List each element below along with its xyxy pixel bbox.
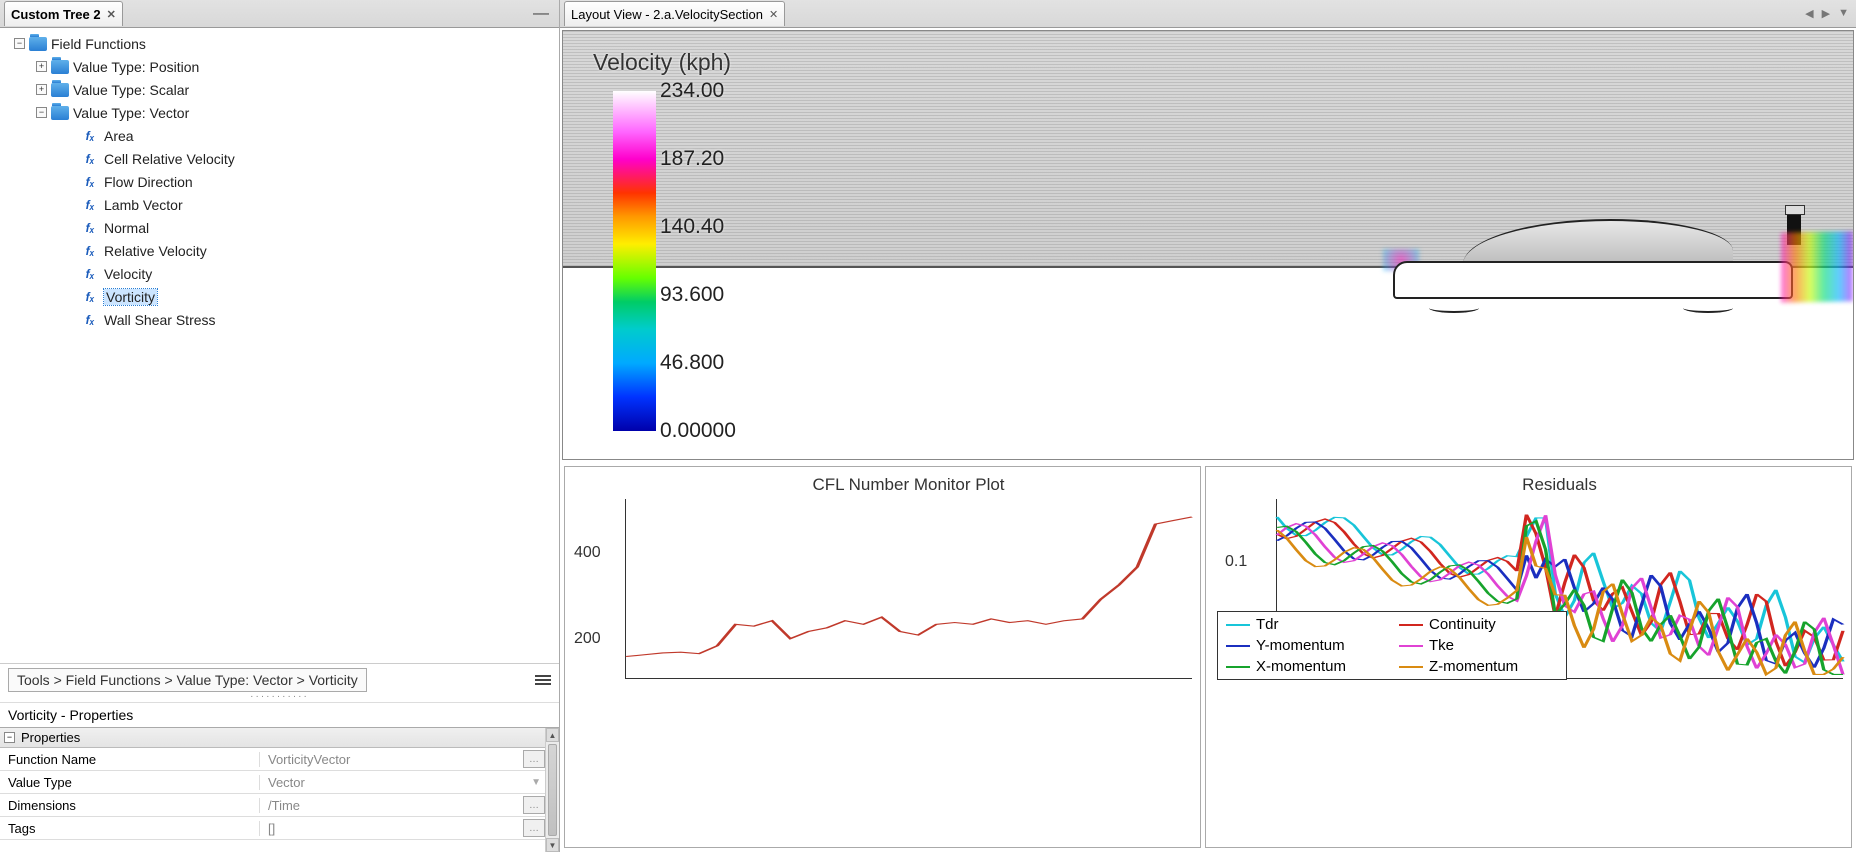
tree-node-position[interactable]: Value Type: Position bbox=[73, 59, 199, 75]
prop-val-dimensions[interactable]: /Time… bbox=[260, 796, 559, 814]
expand-icon[interactable]: + bbox=[36, 61, 47, 72]
function-icon bbox=[80, 198, 100, 212]
expand-icon[interactable]: + bbox=[36, 84, 47, 95]
function-icon bbox=[80, 221, 100, 235]
function-icon bbox=[80, 313, 100, 327]
ellipsis-button[interactable]: … bbox=[523, 796, 545, 814]
collapse-icon[interactable]: − bbox=[36, 107, 47, 118]
tree-leaf-wall-shear-stress[interactable]: Wall Shear Stress bbox=[104, 312, 216, 328]
tab-nav: ◀ ▶ ▼ bbox=[1802, 7, 1852, 20]
tab-label: Layout View - 2.a.VelocitySection bbox=[571, 7, 763, 22]
folder-icon bbox=[51, 60, 69, 74]
tab-custom-tree[interactable]: Custom Tree 2 ✕ bbox=[4, 1, 123, 26]
legend-label: X-momentum bbox=[1256, 658, 1346, 675]
function-icon bbox=[80, 175, 100, 189]
close-icon[interactable]: ✕ bbox=[769, 8, 778, 21]
wake-region bbox=[1781, 232, 1853, 303]
prop-val-tags[interactable]: []… bbox=[260, 819, 559, 837]
plot-title: Residuals bbox=[1276, 475, 1843, 495]
y-tick: 400 bbox=[574, 544, 601, 562]
colorbar-tick: 93.600 bbox=[660, 283, 724, 307]
tree-root[interactable]: Field Functions bbox=[51, 36, 146, 52]
tab-label: Custom Tree 2 bbox=[11, 7, 101, 22]
tree-view[interactable]: − Field Functions + Value Type: Position… bbox=[0, 28, 559, 663]
collapse-icon[interactable]: − bbox=[14, 38, 25, 49]
color-bar: 234.00 187.20 140.40 93.600 46.800 0.000… bbox=[613, 91, 750, 431]
legend-label: Z-momentum bbox=[1429, 658, 1518, 675]
tab-menu-icon[interactable]: ▼ bbox=[1835, 7, 1852, 20]
legend-label: Tdr bbox=[1256, 616, 1279, 633]
legend-label: Y-momentum bbox=[1256, 637, 1345, 654]
layout-tab-bar: Layout View - 2.a.VelocitySection ✕ ◀ ▶ … bbox=[560, 0, 1856, 28]
tree-leaf-velocity[interactable]: Velocity bbox=[104, 266, 152, 282]
ellipsis-button[interactable]: … bbox=[523, 750, 545, 768]
close-icon[interactable]: ✕ bbox=[107, 8, 116, 21]
function-icon bbox=[80, 290, 100, 304]
prev-tab-icon[interactable]: ◀ bbox=[1802, 7, 1816, 20]
ellipsis-button[interactable]: … bbox=[523, 819, 545, 837]
function-icon bbox=[80, 244, 100, 258]
prop-name-tags: Tags bbox=[0, 821, 260, 836]
tree-leaf-normal[interactable]: Normal bbox=[104, 220, 149, 236]
y-tick: 200 bbox=[574, 630, 601, 648]
left-tab-bar: Custom Tree 2 ✕ — bbox=[0, 0, 559, 28]
legend-label: Continuity bbox=[1429, 616, 1496, 633]
velocity-scene[interactable]: Velocity (kph) 234.00 187.20 140.40 93.6… bbox=[562, 30, 1854, 460]
properties-title: Vorticity - Properties bbox=[0, 702, 559, 727]
properties-panel: − Properties Function Name VorticityVect… bbox=[0, 727, 559, 852]
scroll-down-icon[interactable]: ▼ bbox=[546, 838, 559, 852]
legend-label: Tke bbox=[1429, 637, 1454, 654]
tree-leaf-relative-velocity[interactable]: Relative Velocity bbox=[104, 243, 207, 259]
cfl-monitor-plot[interactable]: CFL Number Monitor Plot 200 400 bbox=[564, 466, 1201, 848]
tab-layout-view[interactable]: Layout View - 2.a.VelocitySection ✕ bbox=[564, 1, 785, 26]
properties-header[interactable]: − Properties bbox=[0, 728, 559, 748]
scroll-up-icon[interactable]: ▲ bbox=[546, 728, 559, 742]
prop-name-dimensions: Dimensions bbox=[0, 798, 260, 813]
colorbar-tick: 187.20 bbox=[660, 147, 724, 171]
chevron-down-icon[interactable]: ▼ bbox=[531, 777, 541, 788]
collapse-icon[interactable]: − bbox=[4, 732, 15, 743]
colorbar-tick: 234.00 bbox=[660, 79, 724, 103]
folder-icon bbox=[51, 106, 69, 120]
tree-leaf-flow-direction[interactable]: Flow Direction bbox=[104, 174, 193, 190]
colorbar-tick: 46.800 bbox=[660, 351, 724, 375]
scene-title: Velocity (kph) bbox=[593, 49, 731, 76]
y-tick: 0.1 bbox=[1225, 553, 1247, 571]
prop-name-function-name: Function Name bbox=[0, 752, 260, 767]
tree-leaf-cell-relative-velocity[interactable]: Cell Relative Velocity bbox=[104, 151, 235, 167]
prop-name-value-type: Value Type bbox=[0, 775, 260, 790]
scrollbar[interactable]: ▲ ▼ bbox=[545, 728, 559, 852]
colorbar-tick: 0.00000 bbox=[660, 419, 736, 443]
tree-node-scalar[interactable]: Value Type: Scalar bbox=[73, 82, 189, 98]
plot-title: CFL Number Monitor Plot bbox=[625, 475, 1192, 495]
residuals-plot[interactable]: Residuals 0.1 Tdr Continuity Y-momentum … bbox=[1205, 466, 1852, 848]
tree-leaf-area[interactable]: Area bbox=[104, 128, 134, 144]
minimize-button[interactable]: — bbox=[527, 5, 555, 23]
function-icon bbox=[80, 129, 100, 143]
tree-node-vector[interactable]: Value Type: Vector bbox=[73, 105, 189, 121]
scroll-thumb[interactable] bbox=[548, 744, 557, 836]
prop-val-function-name[interactable]: VorticityVector… bbox=[260, 750, 559, 768]
prop-val-value-type[interactable]: Vector▼ bbox=[260, 775, 559, 790]
colorbar-tick: 140.40 bbox=[660, 215, 724, 239]
folder-icon bbox=[29, 37, 47, 51]
menu-icon[interactable] bbox=[535, 675, 551, 685]
car-geometry bbox=[1393, 219, 1793, 309]
function-icon bbox=[80, 267, 100, 281]
tree-leaf-lamb-vector[interactable]: Lamb Vector bbox=[104, 197, 183, 213]
folder-icon bbox=[51, 83, 69, 97]
function-icon bbox=[80, 152, 100, 166]
legend: Tdr Continuity Y-momentum Tke X-momentum… bbox=[1217, 611, 1567, 680]
next-tab-icon[interactable]: ▶ bbox=[1819, 7, 1833, 20]
tree-leaf-vorticity[interactable]: Vorticity bbox=[104, 289, 157, 305]
breadcrumb[interactable]: Tools > Field Functions > Value Type: Ve… bbox=[8, 668, 367, 692]
